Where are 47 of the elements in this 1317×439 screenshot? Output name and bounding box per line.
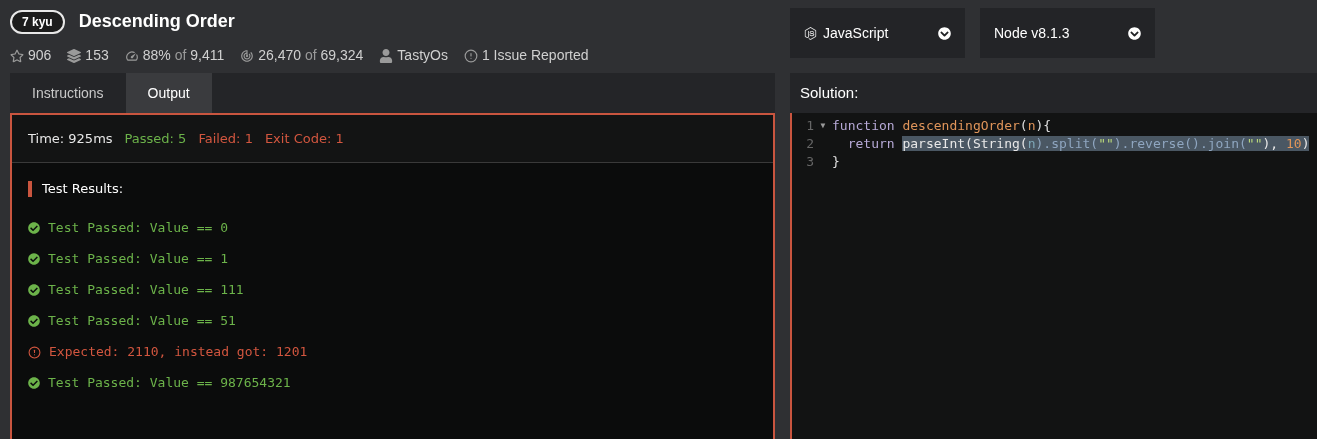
check-icon [28, 222, 40, 234]
dropdown[interactable]: Node v8.1.3 [980, 8, 1155, 58]
solution-title: Solution: [800, 82, 859, 103]
code-line: } [832, 153, 840, 172]
kata-title: Descending Order [78, 10, 235, 33]
gauge-icon [124, 48, 139, 63]
alert-icon [28, 345, 41, 359]
alert-icon [463, 48, 478, 63]
summary-text: Time: 925ms [28, 129, 113, 148]
fold-toggle[interactable]: ▼ [820, 120, 826, 132]
check-icon [28, 315, 40, 327]
results-title: Test Results: [42, 180, 124, 198]
user-icon [379, 48, 394, 63]
line-number: 3 [805, 153, 814, 172]
result-text: Test Passed: Value == 1 [48, 250, 228, 269]
layers-icon [67, 48, 82, 63]
stat-text: 153 [85, 46, 109, 65]
line-number: 2 [805, 135, 814, 154]
summary-text: Exit Code: 1 [264, 129, 344, 148]
summary-text: Passed: 5 [124, 129, 187, 148]
check-icon [28, 284, 40, 296]
star-icon [10, 48, 24, 63]
code-line: return parseInt(String(n).split("").reverse().join(""), 10) [846, 135, 1310, 154]
result-text: Test Passed: Value == 51 [48, 312, 236, 331]
rank-badge: 7 kyu [10, 9, 65, 34]
stat-text[interactable]: 1 Issue Reported [481, 45, 589, 66]
dropdown[interactable]: JavaScript [790, 8, 965, 58]
tab[interactable]: Instructions [10, 73, 126, 113]
stat-text: 26,470 of 69,324 [258, 46, 364, 65]
js-icon [804, 26, 817, 40]
result-text: Test Passed: Value == 111 [48, 281, 244, 300]
chevron-icon [938, 26, 951, 40]
summary-text: Failed: 1 [198, 129, 253, 148]
chevron-icon [1128, 26, 1141, 40]
line-number: 1 [805, 117, 814, 136]
result-text: Test Passed: Value == 0 [48, 219, 228, 238]
check-icon [28, 377, 40, 389]
check-icon [28, 253, 40, 265]
accent-bar [28, 180, 32, 197]
tab[interactable]: Output [125, 73, 212, 113]
code-line: function descendingOrder(n){ [832, 117, 1052, 136]
target-icon [240, 48, 255, 63]
result-text: Test Passed: Value == 987654321 [48, 374, 291, 393]
stat-text: 906 [28, 46, 52, 65]
result-text: Expected: 2110, instead got: 1201 [49, 343, 308, 362]
stat-text: 88% of 9,411 [142, 46, 225, 65]
stat-text[interactable]: TastyOs [397, 45, 448, 66]
